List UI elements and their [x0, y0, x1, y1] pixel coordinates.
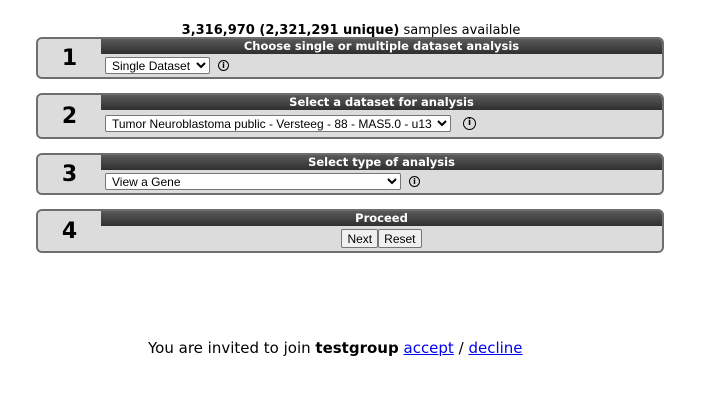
accept-link[interactable]: accept — [404, 339, 454, 357]
step-title: Select type of analysis — [101, 155, 662, 170]
info-icon[interactable]: i — [218, 60, 229, 71]
step-title: Select a dataset for analysis — [101, 95, 662, 110]
step-body: Single Dataset i — [101, 54, 662, 77]
step-title: Choose single or multiple dataset analys… — [101, 39, 662, 54]
step-body: Next Reset — [101, 226, 662, 251]
step-number: 2 — [38, 95, 103, 137]
invite-text: You are invited to join — [148, 339, 311, 357]
step-body: View a Gene i — [101, 170, 662, 193]
info-icon[interactable]: i — [409, 176, 420, 187]
info-icon[interactable]: i — [463, 117, 476, 130]
reset-button[interactable]: Reset — [378, 229, 422, 248]
analysis-mode-select[interactable]: Single Dataset — [105, 57, 210, 74]
step-title: Proceed — [101, 211, 662, 226]
step-number: 3 — [38, 155, 103, 193]
samples-available-header: 3,316,970 (2,321,291 unique) samples ava… — [0, 23, 702, 38]
group-invitation: You are invited to join testgroup accept… — [148, 339, 523, 357]
invite-separator: / — [458, 339, 464, 357]
samples-count: 3,316,970 (2,321,291 unique) — [181, 23, 400, 38]
step-number: 4 — [38, 211, 103, 251]
samples-suffix: samples available — [403, 23, 521, 38]
step-2-panel: 2 Select a dataset for analysis Tumor Ne… — [36, 93, 664, 139]
next-button[interactable]: Next — [341, 229, 379, 248]
decline-link[interactable]: decline — [468, 339, 522, 357]
step-1-panel: 1 Choose single or multiple dataset anal… — [36, 37, 664, 79]
group-name: testgroup — [315, 339, 399, 357]
step-4-panel: 4 Proceed Next Reset — [36, 209, 664, 253]
dataset-select[interactable]: Tumor Neuroblastoma public - Versteeg - … — [105, 115, 451, 132]
analysis-type-select[interactable]: View a Gene — [105, 173, 401, 190]
step-body: Tumor Neuroblastoma public - Versteeg - … — [101, 110, 662, 137]
step-3-panel: 3 Select type of analysis View a Gene i — [36, 153, 664, 195]
step-number: 1 — [38, 39, 103, 77]
